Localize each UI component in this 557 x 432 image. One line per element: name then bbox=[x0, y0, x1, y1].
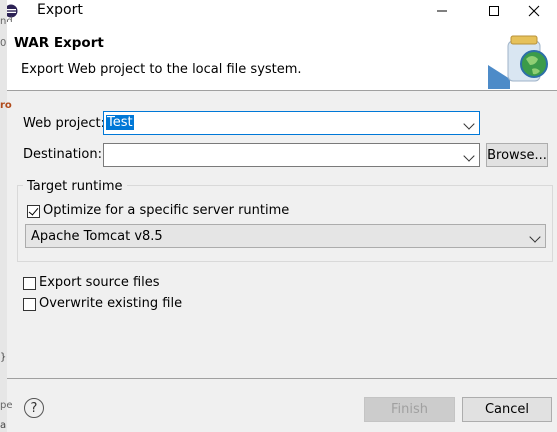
finish-button[interactable]: Finish bbox=[364, 397, 455, 422]
destination-label: Destination: bbox=[23, 147, 102, 162]
close-icon bbox=[528, 5, 540, 17]
wizard-description: Export Web project to the local file sys… bbox=[21, 62, 302, 77]
optimize-checkbox[interactable] bbox=[27, 205, 40, 218]
browse-button[interactable]: Browse... bbox=[486, 143, 548, 167]
header-separator bbox=[7, 90, 557, 91]
background-fragment: a bbox=[0, 420, 7, 431]
optimize-label: Optimize for a specific server runtime bbox=[43, 203, 290, 218]
help-icon: ? bbox=[30, 400, 38, 416]
chevron-down-icon bbox=[529, 231, 541, 243]
help-button[interactable]: ? bbox=[24, 398, 44, 418]
close-button[interactable] bbox=[511, 0, 557, 22]
footer-separator bbox=[7, 378, 557, 379]
target-runtime-label: Target runtime bbox=[23, 179, 127, 194]
background-fragment: } bbox=[0, 352, 7, 363]
background-fragment: ro bbox=[0, 100, 12, 111]
web-project-label: Web project: bbox=[23, 116, 105, 131]
web-project-value: Test bbox=[106, 115, 134, 130]
war-export-graphic bbox=[488, 35, 548, 89]
background-fragment: pe bbox=[0, 400, 13, 411]
wizard-header bbox=[7, 22, 557, 90]
runtime-value: Apache Tomcat v8.5 bbox=[31, 229, 163, 244]
maximize-icon bbox=[489, 6, 499, 16]
minimize-button[interactable] bbox=[419, 0, 465, 22]
export-source-checkbox[interactable] bbox=[23, 277, 36, 290]
cancel-button[interactable]: Cancel bbox=[462, 397, 552, 422]
background-window-strip: nd 0D ro } pe a bbox=[0, 0, 14, 432]
overwrite-label: Overwrite existing file bbox=[39, 296, 183, 311]
window-title: Export bbox=[37, 2, 83, 18]
chevron-down-icon bbox=[463, 118, 475, 130]
overwrite-checkbox[interactable] bbox=[23, 298, 36, 311]
chevron-down-icon bbox=[463, 150, 475, 162]
export-source-label: Export source files bbox=[39, 275, 160, 290]
destination-combo[interactable] bbox=[103, 143, 480, 167]
minimize-icon bbox=[437, 10, 447, 12]
web-project-combo[interactable]: Test bbox=[103, 111, 480, 135]
wizard-title: WAR Export bbox=[14, 35, 104, 51]
runtime-select[interactable]: Apache Tomcat v8.5 bbox=[25, 224, 546, 248]
